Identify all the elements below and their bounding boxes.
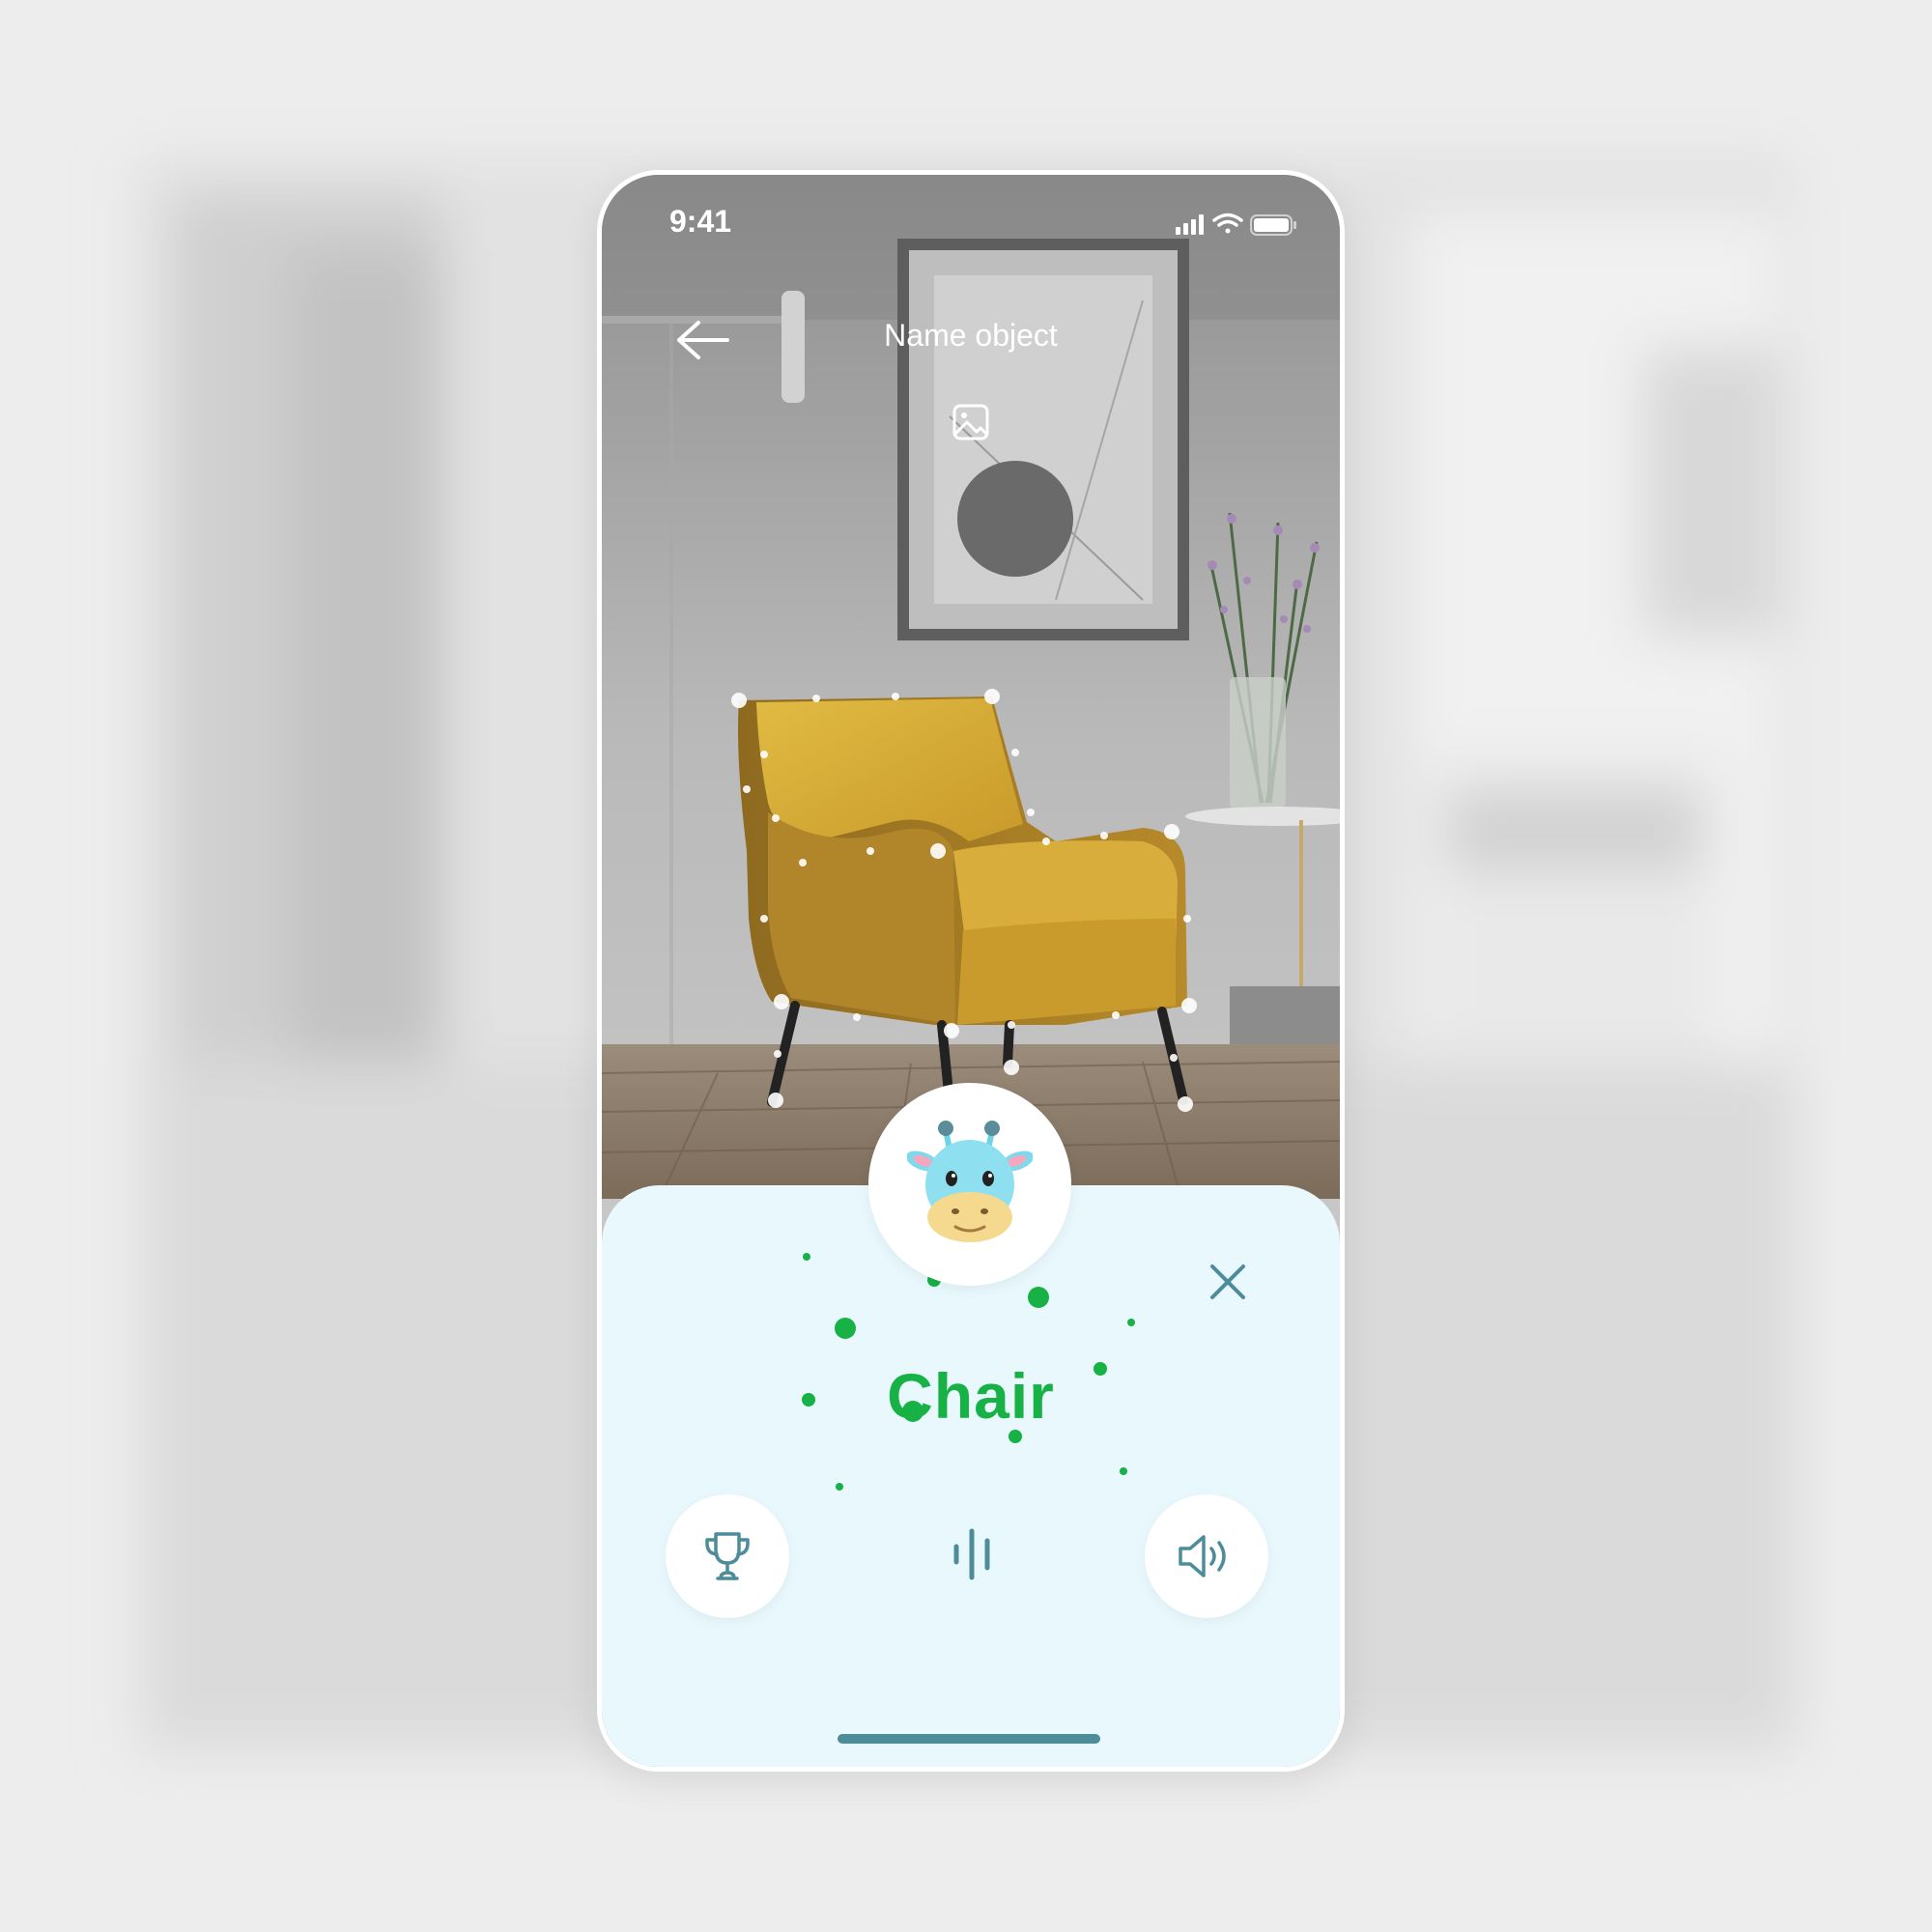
- speaker-button[interactable]: [1145, 1494, 1268, 1618]
- trophy-button[interactable]: [666, 1494, 789, 1618]
- status-time: 9:41: [669, 204, 732, 239]
- voice-record-button[interactable]: [928, 1506, 1015, 1603]
- image-icon: [952, 404, 989, 440]
- giraffe-mascot-icon: [907, 1121, 1033, 1242]
- signal-icon: [1176, 214, 1204, 235]
- voice-wave-icon: [953, 1528, 990, 1580]
- giraffe-avatar: [868, 1083, 1071, 1286]
- wifi-icon: [1212, 213, 1243, 234]
- close-button[interactable]: [1201, 1255, 1255, 1309]
- home-indicator: [838, 1734, 1100, 1744]
- status-icons: [1176, 213, 1296, 236]
- speaker-icon: [1179, 1535, 1226, 1577]
- trophy-icon: [705, 1532, 750, 1580]
- close-icon: [1210, 1264, 1245, 1299]
- phone-frame: 9:41 Name object Chair: [597, 170, 1345, 1772]
- page-title: Name object: [884, 318, 1058, 353]
- gallery-button[interactable]: [948, 399, 994, 445]
- status-bar: 9:41: [602, 175, 1340, 271]
- battery-icon: [1250, 214, 1296, 236]
- detected-word: Chair: [887, 1360, 1055, 1432]
